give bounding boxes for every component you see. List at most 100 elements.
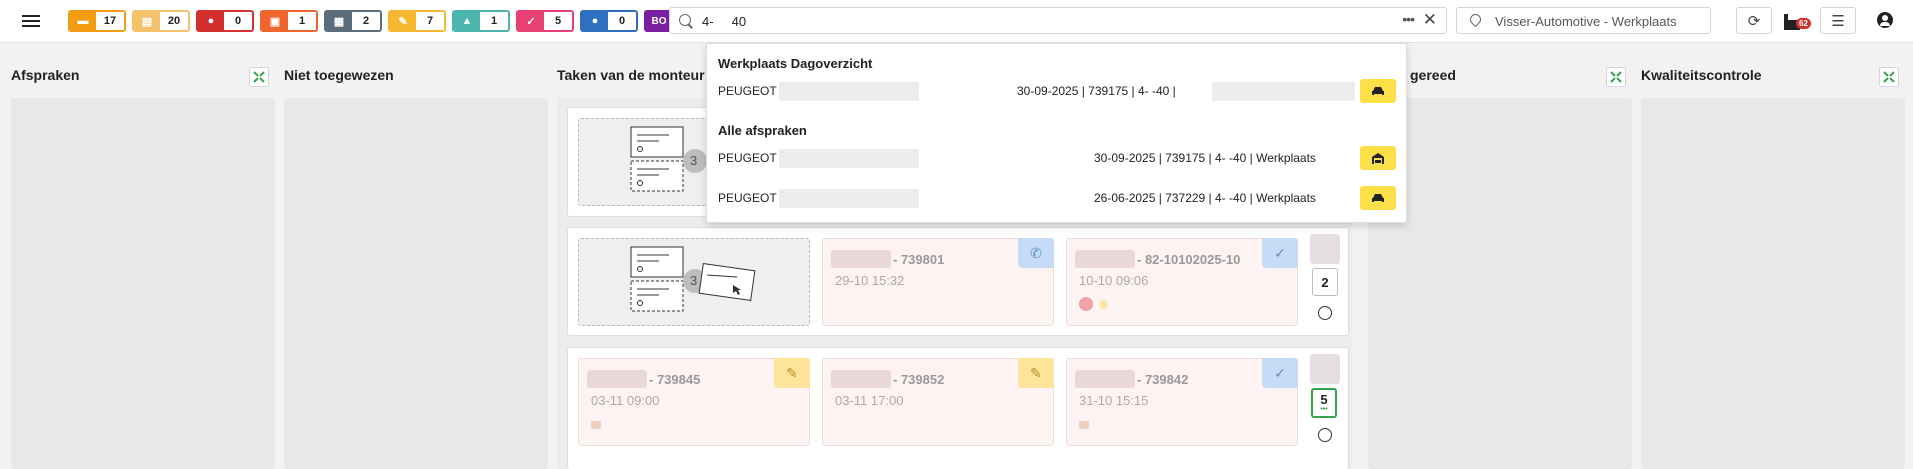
badge-count: 20 <box>160 12 188 30</box>
column-title-niet-toegewezen: Niet toegewezen <box>284 67 394 83</box>
badge-clipboard[interactable]: ▦ 2 <box>324 10 382 32</box>
results-section-alle-afspraken: Alle afspraken <box>718 123 807 138</box>
task-count-value: 5 <box>1320 392 1328 407</box>
task-count[interactable]: 2 <box>1312 268 1338 296</box>
column-title-kwaliteitscontrole: Kwaliteitscontrole <box>1641 67 1762 83</box>
task-card[interactable]: - 82-10102025-10 10-10 09:06 ✓ <box>1066 238 1298 326</box>
badge-calendar[interactable]: ▣ 1 <box>260 10 318 32</box>
top-bar: ▬ 17 ▤ 20 ● 0 ▣ 1 ▦ 2 ✎ 7 ▲ 1 ✓ 5 ● 0 BO… <box>0 0 1913 43</box>
wrench-icon[interactable]: ✎ <box>1018 358 1054 388</box>
warning-icon <box>1079 297 1093 311</box>
blurred-model <box>779 189 919 208</box>
expand-icon[interactable] <box>1606 67 1626 87</box>
badge-user-check[interactable]: ✓ 5 <box>516 10 574 32</box>
user-check-icon[interactable]: ✓ <box>1262 358 1298 388</box>
refresh-button[interactable]: ⟳ <box>1736 7 1772 34</box>
sun-icon <box>1099 300 1108 309</box>
blurred-customer <box>831 250 891 268</box>
task-title: - 739842 <box>1137 372 1189 387</box>
blurred-model <box>779 82 919 101</box>
badge-count: 0 <box>224 12 252 30</box>
column-title-afspraken: Afspraken <box>11 67 80 83</box>
factory-icon[interactable]: 62 <box>1784 12 1811 30</box>
search-box[interactable]: ••• ✕ <box>669 7 1447 34</box>
wrench-icon[interactable]: ✎ <box>774 358 810 388</box>
drop-placeholder: 3 <box>578 238 810 326</box>
list-icon: ☰ <box>1831 12 1845 30</box>
list-view-button[interactable]: ☰ <box>1820 7 1856 34</box>
status-badges: ▬ 17 ▤ 20 ● 0 ▣ 1 ▦ 2 ✎ 7 ▲ 1 ✓ 5 ● 0 BO <box>68 10 766 32</box>
expand-icon[interactable] <box>249 67 269 87</box>
task-count-dots: ••• <box>1320 406 1328 413</box>
close-icon[interactable]: ✕ <box>1423 10 1437 30</box>
task-card[interactable]: - 739852 03-11 17:00 ✎ <box>822 358 1054 446</box>
column-kwaliteitscontrole <box>1641 98 1905 469</box>
user-check-icon[interactable]: ✓ <box>1262 238 1298 268</box>
task-datetime: 03-11 17:00 <box>835 393 904 408</box>
blurred-customer <box>1075 250 1135 268</box>
badge-count: 7 <box>416 12 444 30</box>
car-icon: ▬ <box>70 12 96 30</box>
search-icon <box>679 14 691 26</box>
location-selector[interactable]: Visser-Automotive - Werkplaats <box>1456 7 1711 34</box>
phone-icon[interactable]: ✆ <box>1018 238 1054 268</box>
badge-alert[interactable]: ● 0 <box>196 10 254 32</box>
task-count[interactable]: 5 ••• <box>1311 388 1337 418</box>
garage-icon[interactable] <box>1360 146 1396 170</box>
blurred-customer <box>1075 370 1135 388</box>
avatar <box>1310 354 1340 384</box>
alert-icon: ● <box>198 12 224 30</box>
refresh-icon: ⟳ <box>1747 12 1761 30</box>
account-icon[interactable] <box>1877 12 1893 28</box>
more-icon[interactable]: ••• <box>1402 11 1415 27</box>
badge-cars[interactable]: ▬ 17 <box>68 10 126 32</box>
blurred-location <box>1212 82 1355 101</box>
result-info: 30-09-2025 | 739175 | 4- -40 | <box>1017 84 1176 98</box>
car-icon[interactable] <box>1360 186 1396 210</box>
mechanic-group: 3 - 739801 29-10 15:32 ✆ - 82-10102025-1… <box>567 227 1349 336</box>
badge-user[interactable]: ● 0 <box>580 10 638 32</box>
results-section-dagoverzicht: Werkplaats Dagoverzicht <box>718 56 873 71</box>
task-datetime: 03-11 09:00 <box>591 393 660 408</box>
status-circle[interactable] <box>1318 306 1332 320</box>
wrench-icon: ✎ <box>390 12 416 30</box>
badge-count: 1 <box>288 12 316 30</box>
column-title-taken-monteur: Taken van de monteur <box>557 67 705 83</box>
status-circle[interactable] <box>1318 428 1332 442</box>
blurred-customer <box>587 370 647 388</box>
task-title: - 82-10102025-10 <box>1137 252 1241 267</box>
blurred-model <box>779 149 919 168</box>
notification-count: 62 <box>1796 18 1811 29</box>
task-title: - 739852 <box>893 372 945 387</box>
task-card[interactable]: - 739801 29-10 15:32 ✆ <box>822 238 1054 326</box>
badge-wrench[interactable]: ✎ 7 <box>388 10 446 32</box>
mechanic-group: - 739845 03-11 09:00 ✎ - 739852 03-11 17… <box>567 347 1349 469</box>
menu-icon[interactable] <box>22 12 40 28</box>
user-check-icon: ✓ <box>518 12 544 30</box>
search-results-dropdown: Werkplaats Dagoverzicht PEUGEOT 30-09-20… <box>706 43 1407 223</box>
coffee-icon <box>1079 421 1089 429</box>
task-datetime: 10-10 09:06 <box>1079 273 1149 288</box>
expand-icon[interactable] <box>1879 67 1899 87</box>
badge-warning[interactable]: ▲ 1 <box>452 10 510 32</box>
badge-count: 2 <box>352 12 380 30</box>
search-input[interactable] <box>700 10 1384 33</box>
placeholder-count: 3 <box>690 153 698 168</box>
blurred-customer <box>831 370 891 388</box>
task-title: - 739845 <box>649 372 701 387</box>
car-icon[interactable] <box>1360 79 1396 103</box>
calendar-icon: ▣ <box>262 12 288 30</box>
badge-count: 1 <box>480 12 508 30</box>
result-brand: PEUGEOT <box>718 191 777 205</box>
placeholder-count: 3 <box>690 273 698 288</box>
search-result[interactable]: PEUGEOT 30-09-2025 | 739175 | 4- -40 | <box>707 76 1406 106</box>
badge-garage[interactable]: ▤ 20 <box>132 10 190 32</box>
search-result[interactable]: PEUGEOT 30-09-2025 | 739175 | 4- -40 | W… <box>707 143 1406 173</box>
task-title: - 739801 <box>893 252 945 267</box>
badge-count: 5 <box>544 12 572 30</box>
search-result[interactable]: PEUGEOT 26-06-2025 | 737229 | 4- -40 | W… <box>707 183 1406 213</box>
task-datetime: 31-10 15:15 <box>1079 393 1149 408</box>
task-datetime: 29-10 15:32 <box>835 273 905 288</box>
task-card[interactable]: - 739845 03-11 09:00 ✎ <box>578 358 810 446</box>
task-card[interactable]: - 739842 31-10 15:15 ✓ <box>1066 358 1298 446</box>
